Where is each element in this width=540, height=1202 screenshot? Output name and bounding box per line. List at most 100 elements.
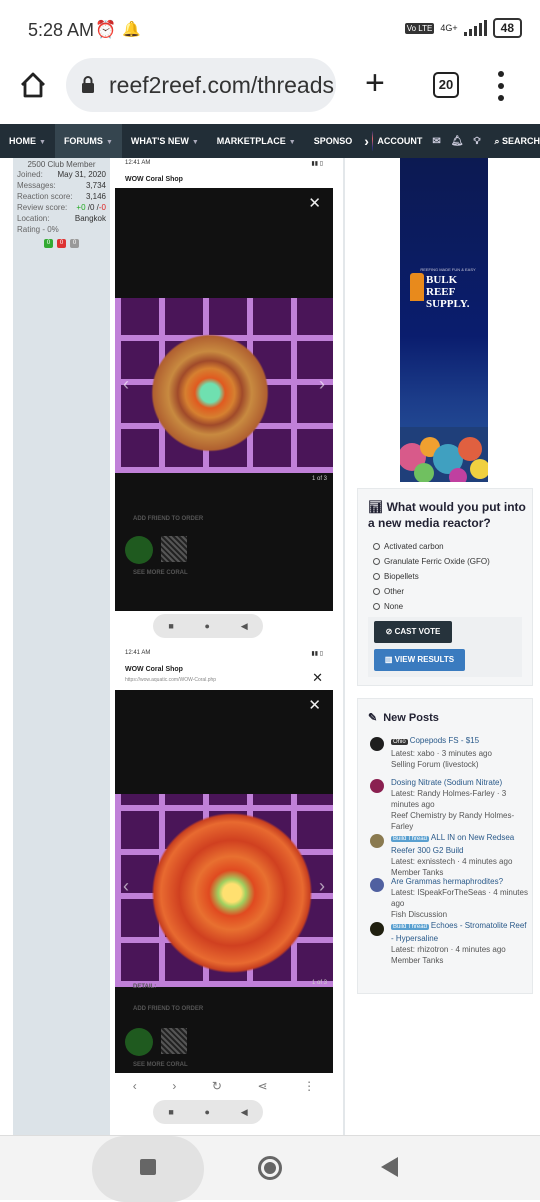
nav-forums[interactable]: FORUMS ▼ [54,124,122,158]
avatar[interactable] [370,779,384,793]
badge-negative[interactable]: 0 [57,239,66,248]
square-icon: ■ [168,621,174,631]
badge-neutral[interactable]: 0 [70,239,79,248]
new-post-title-row: Build Thread ALL IN on New Redsea Reefer … [391,832,530,856]
stat-value: 3,146 [85,192,106,201]
home-circle-icon[interactable] [258,1156,282,1180]
back-icon: ◀ [240,1106,248,1117]
poll-option[interactable]: Other [373,587,404,596]
mini-battery-icon: ▮▮ ▯ [311,651,323,657]
nav-search[interactable]: ⌕ SEARCH [494,136,540,147]
bulk-reef-supply-ad[interactable]: REEFING MADE FUN & EASY BULK REEF SUPPLY. [400,158,488,482]
battery-icon: 48 [492,18,522,38]
address-bar[interactable]: reef2reef.com/threads [66,58,336,112]
new-post-latest: Latest: Randy Holmes-Farley · 3 minutes … [391,789,507,809]
mini-url: https://wow.aquatic.com/WOW-Coral.php [125,677,217,683]
radio-icon[interactable] [373,588,380,595]
mail-icon[interactable]: ✉ [432,136,440,147]
new-post-title[interactable]: Dosing Nitrate (Sodium Nitrate) [391,778,502,787]
new-post-forum[interactable]: Selling Forum (livestock) [391,759,530,770]
circle-icon: ● [204,621,210,631]
nav-forums-label: FORUMS [63,136,103,146]
back-triangle-icon[interactable] [381,1157,398,1177]
avatar[interactable] [370,922,384,936]
new-post-item[interactable]: Dosing Nitrate (Sodium Nitrate) Latest: R… [370,777,530,832]
mini-status-bar: 12:41 AM ▮▮ ▯ [115,648,333,662]
view-results-button[interactable]: ▥ VIEW RESULTS [374,649,465,671]
stat-key: Messages: [17,181,56,190]
new-post-item[interactable]: Build Thread Echoes - Stromatolite Reef -… [370,920,530,966]
radio-icon[interactable] [373,543,380,550]
recent-apps-button[interactable] [92,1136,204,1202]
nav-whats-new[interactable]: WHAT'S NEW ▼ [122,124,208,158]
stat-key: Joined: [17,170,43,179]
thread-prefix-badge: Build Thread [391,924,429,930]
new-post-forum[interactable]: Member Tanks [391,955,530,966]
cast-vote-label: CAST VOTE [394,627,441,636]
poll-option[interactable]: Granulate Ferric Oxide (GFO) [373,557,490,566]
mini-time: 12:41 AM [125,160,151,166]
nav-account[interactable]: ACCOUNT [377,136,422,146]
overflow-menu-icon[interactable] [497,71,505,101]
nav-scroll-right-icon[interactable]: › [361,133,372,149]
new-post-item[interactable]: Ohio Copepods FS - $15 Latest: xabo · 3 mi… [370,735,530,770]
detail-text: DETAIL: [133,984,157,990]
avatar[interactable] [371,131,374,151]
new-post-item[interactable]: Are Grammas hermaphrodites? Latest: ISpea… [370,876,530,920]
close-icon: ✕ [308,697,321,714]
home-icon[interactable] [18,70,48,100]
new-post-latest: Latest: ISpeakForTheSeas · 4 minutes ago [391,888,528,908]
poll-option[interactable]: None [373,602,403,611]
new-post-title-row: Build Thread Echoes - Stromatolite Reef -… [391,920,530,944]
new-post-title[interactable]: Are Grammas hermaphrodites? [391,877,503,886]
bell-icon[interactable]: 🔔︎ [451,136,464,147]
new-post-body: Are Grammas hermaphrodites? Latest: ISpea… [391,876,530,920]
member-messages: Messages: 3,734 [13,180,110,191]
mini-lightbox: ✕ ‹ › 1 of 3 ADD FRIEND TO ORDER SEE MOR… [115,188,333,611]
chevron-down-icon: ▼ [191,139,199,146]
tab-switcher-button[interactable]: 20 [433,72,459,98]
search-icon: ⌕ [494,135,502,146]
radio-icon[interactable] [373,573,380,580]
review-negative: -0 [98,203,106,212]
attached-image-2[interactable]: 12:41 AM ▮▮ ▯ WOW Coral Shop https://wow.… [115,648,333,1133]
image-counter: 1 of 3 [311,980,327,986]
url-text: reef2reef.com/threads [109,72,335,98]
poll-option[interactable]: Activated carbon [373,542,444,551]
new-post-title[interactable]: Copepods FS - $15 [410,736,479,745]
member-location: Location: Bangkok [13,213,110,224]
stat-value: Bangkok [74,214,106,223]
new-posts-widget: ✎ New Posts Ohio Copepods FS - $15 Latest: … [357,698,533,994]
new-tab-icon[interactable]: + [365,66,385,100]
avatar[interactable] [370,878,384,892]
poll-option-label: Granulate Ferric Oxide (GFO) [384,557,490,566]
radio-icon[interactable] [373,603,380,610]
nav-sponsors[interactable]: SPONSO [305,124,362,158]
new-post-forum[interactable]: Reef Chemistry by Randy Holmes-Farley [391,810,530,832]
nav-marketplace-label: MARKETPLACE [216,136,286,146]
mini-nav-pill: ■ ● ◀ [153,1100,263,1124]
poll-option[interactable]: Biopellets [373,572,419,581]
chevron-left-icon: ‹ [123,876,129,896]
stat-value: 3,734 [85,181,106,190]
bar-chart-icon: ▥ [384,655,395,664]
nav-marketplace[interactable]: MARKETPLACE ▼ [208,124,305,158]
lightbulb-icon[interactable]: 💡︎ [473,136,480,147]
radio-icon[interactable] [373,558,380,565]
member-reaction: Reaction score: 3,146 [13,191,110,202]
brs-logo-icon [410,273,424,301]
nav-home[interactable]: HOME ▼ [0,124,55,158]
badge-positive[interactable]: 0 [44,239,53,248]
avatar[interactable] [370,737,384,751]
ad-brand-line1: BULK REEF [426,274,458,298]
new-post-forum[interactable]: Fish Discussion [391,909,530,920]
attached-image-1[interactable]: 12:41 AM ▮▮ ▯ WOW Coral Shop ✕ ‹ › 1 of 3… [115,158,333,642]
sidebar: REEFING MADE FUN & EASY BULK REEF SUPPLY.… [345,158,540,1135]
cast-vote-button[interactable]: ⊘ CAST VOTE [374,621,452,643]
new-posts-heading: New Posts [383,711,439,724]
mini-time: 12:41 AM [125,650,151,656]
avatar[interactable] [370,834,384,848]
image-counter: 1 of 3 [311,476,327,482]
new-post-latest: Latest: rhizotron · 4 minutes ago [391,945,506,954]
new-post-item[interactable]: Build Thread ALL IN on New Redsea Reefer … [370,832,530,878]
